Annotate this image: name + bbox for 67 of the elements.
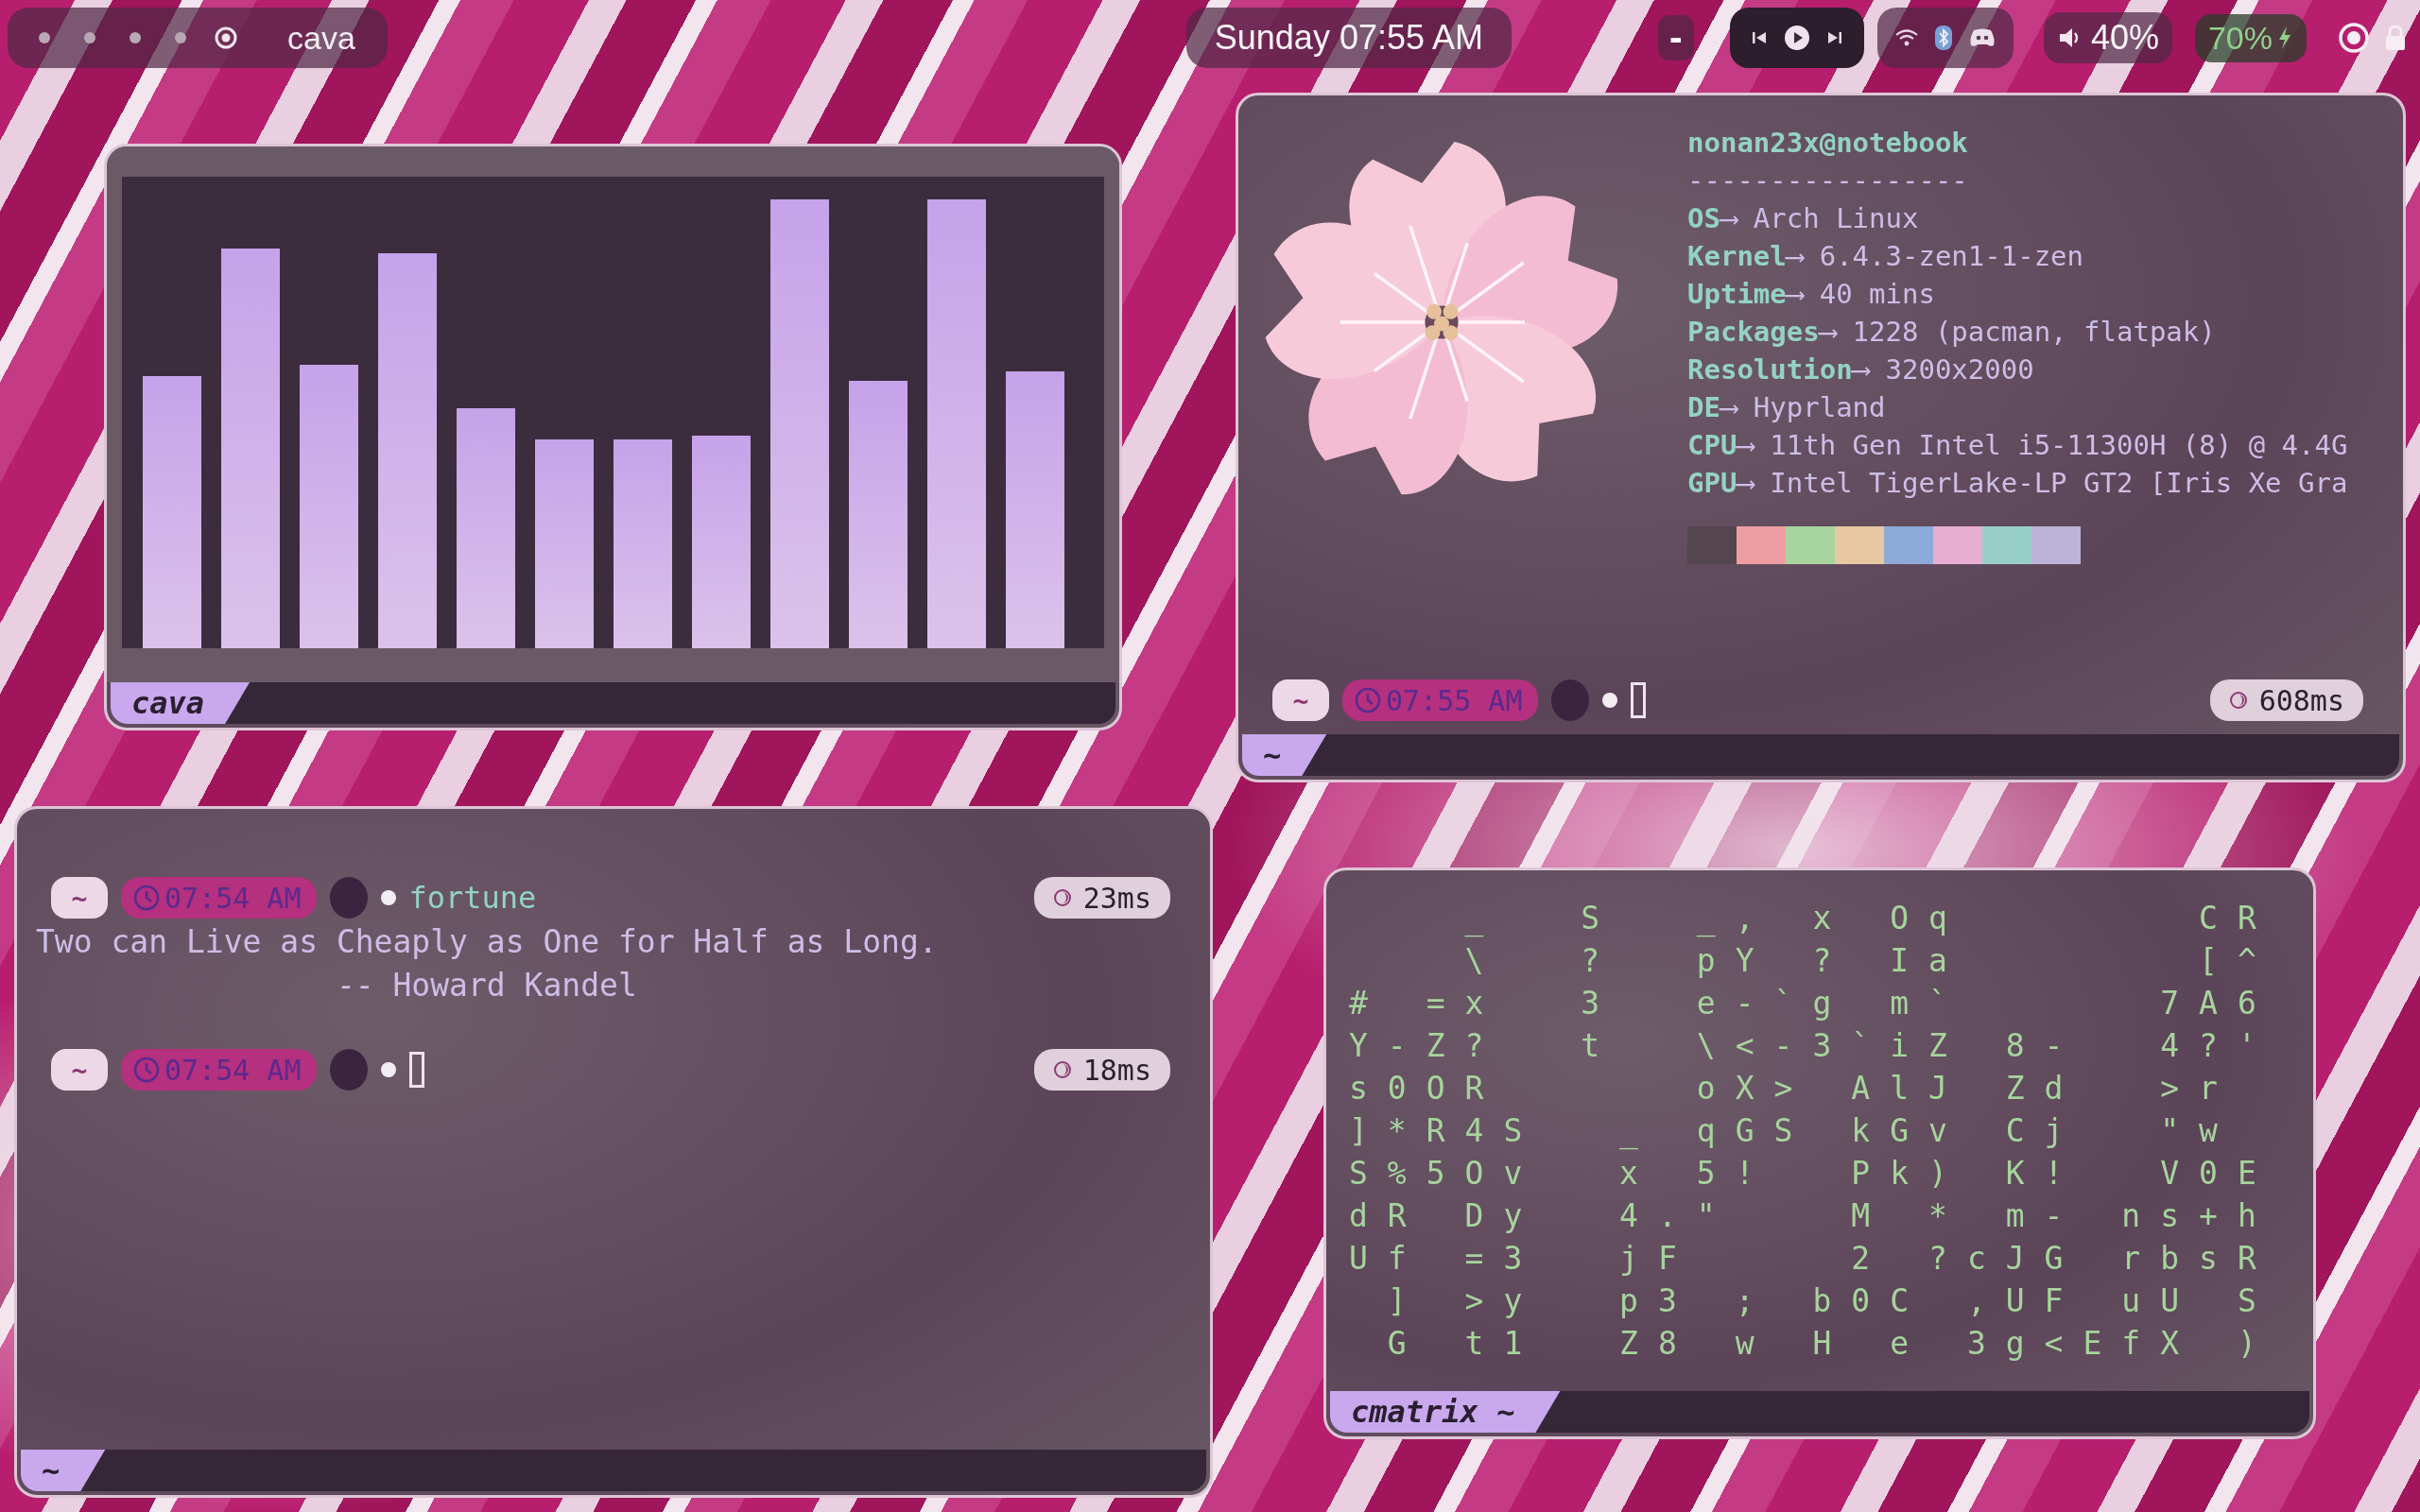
info-value: ⟶ 40 mins (1786, 278, 1935, 310)
status-tab: cmatrix ~ (1330, 1391, 1561, 1433)
clock-icon (132, 884, 161, 912)
info-value: ⟶ 1228 (pacman, flatpak) (1819, 316, 2216, 348)
bluetooth-icon[interactable] (1933, 25, 1953, 51)
separator-rule: ----------------- (1687, 163, 1969, 198)
clock-icon (1354, 686, 1382, 714)
play-icon[interactable] (1782, 24, 1811, 52)
lock-icon[interactable] (2384, 24, 2407, 52)
matrix-characters: Uf =3 jF 2 ?cJG rbsR (1349, 1239, 2277, 1279)
moon-icon (2228, 691, 2248, 710)
workspace-indicator[interactable] (214, 26, 238, 50)
matrix-characters: # =x 3 e-`g m` 7A6 (1349, 984, 2277, 1023)
matrix-characters: \ ? pY ? Ia [^ (1463, 941, 2277, 981)
dash-label: - (1657, 15, 1694, 60)
duration-label: 608ms (2258, 683, 2344, 717)
info-key: Uptime (1687, 278, 1787, 310)
circle-icon (1550, 679, 1589, 721)
wifi-icon[interactable] (1893, 27, 1919, 48)
battery-label: 70% (2207, 19, 2273, 57)
clock-widget: Sunday 07:55 AM (1185, 8, 1512, 68)
directory-badge: ~ (51, 877, 108, 919)
lightning-icon (2276, 25, 2293, 51)
matrix-characters: _ S _, x Oq CR (1463, 899, 2277, 939)
dot-icon (1601, 693, 1617, 708)
matrix-characters: G t1 Z8 w H e 3g<EfX ) (1386, 1324, 2277, 1364)
matrix-characters: s0OR oX> AlJ Zd >r (1349, 1069, 2238, 1108)
info-value: ⟶ 6.4.3-zen1-1-zen (1786, 240, 2084, 272)
info-value: ⟶ Intel TigerLake-LP GT2 [Iris Xe Gra (1737, 467, 2348, 499)
matrix-characters: ]*R4S _ qGS kGv Cj "w (1349, 1111, 2238, 1152)
command-text: fortune (408, 880, 537, 916)
info-value: ⟶ Hyprland (1720, 391, 1886, 423)
circle-icon (329, 1049, 368, 1091)
terminal-window[interactable]: cava (104, 144, 1122, 730)
terminal-window[interactable] (1236, 93, 2406, 782)
clock-icon (132, 1056, 161, 1084)
info-value: ⟶ 11th Gen Intel i5-11300H (8) @ 4.4G (1737, 429, 2348, 461)
output-line: -- Howard Kandel (335, 966, 638, 1005)
dot-icon (380, 1062, 396, 1077)
duration-label: 18ms (1082, 1053, 1151, 1087)
time-label: 07:54 AM (164, 1053, 302, 1087)
window-title: cava (287, 19, 355, 57)
power-icon[interactable] (2337, 21, 2371, 55)
controller-icon[interactable] (1967, 26, 1996, 49)
info-value: ⟶ Arch Linux (1720, 202, 1919, 234)
circle-icon (329, 877, 368, 919)
status-tab: ~ (1242, 734, 1327, 776)
user-host: nonan23x@notebook (1687, 126, 1969, 161)
volume-label: 40% (2090, 18, 2159, 58)
moon-icon (1052, 1060, 1072, 1079)
matrix-characters: Y-Z? t \<-3`iZ 8- 4?' (1349, 1026, 2277, 1066)
directory-badge: ~ (51, 1049, 108, 1091)
info-value: ⟶ 3200x2000 (1852, 353, 2034, 386)
time-label: 07:55 AM (1386, 683, 1523, 717)
matrix-characters: S%5Ov x 5! Pk) K! V0E (1349, 1154, 2277, 1194)
dot-icon (380, 890, 396, 905)
duration-label: 23ms (1082, 881, 1151, 915)
terminal-window[interactable]: ~ 07:54 AM fortune 23ms Two can Live as Cheaply as One for Half as Long. -- Howard Kandel ~ 07:54 AM 18ms ~ (14, 806, 1213, 1498)
matrix-characters: ] >y p3 ; b0C ,UF uU S (1386, 1281, 2277, 1321)
status-tab: ~ (21, 1450, 106, 1491)
matrix-characters: dR Dy 4." M * m- ns+h (1349, 1196, 2277, 1236)
directory-badge: ~ (1272, 679, 1329, 721)
moon-icon (1052, 888, 1072, 907)
output-line: Two can Live as Cheaply as One for Half as Long. (35, 922, 939, 962)
status-tab: cava (111, 682, 251, 724)
time-label: 07:54 AM (164, 881, 302, 915)
terminal-window[interactable] (1323, 868, 2316, 1439)
